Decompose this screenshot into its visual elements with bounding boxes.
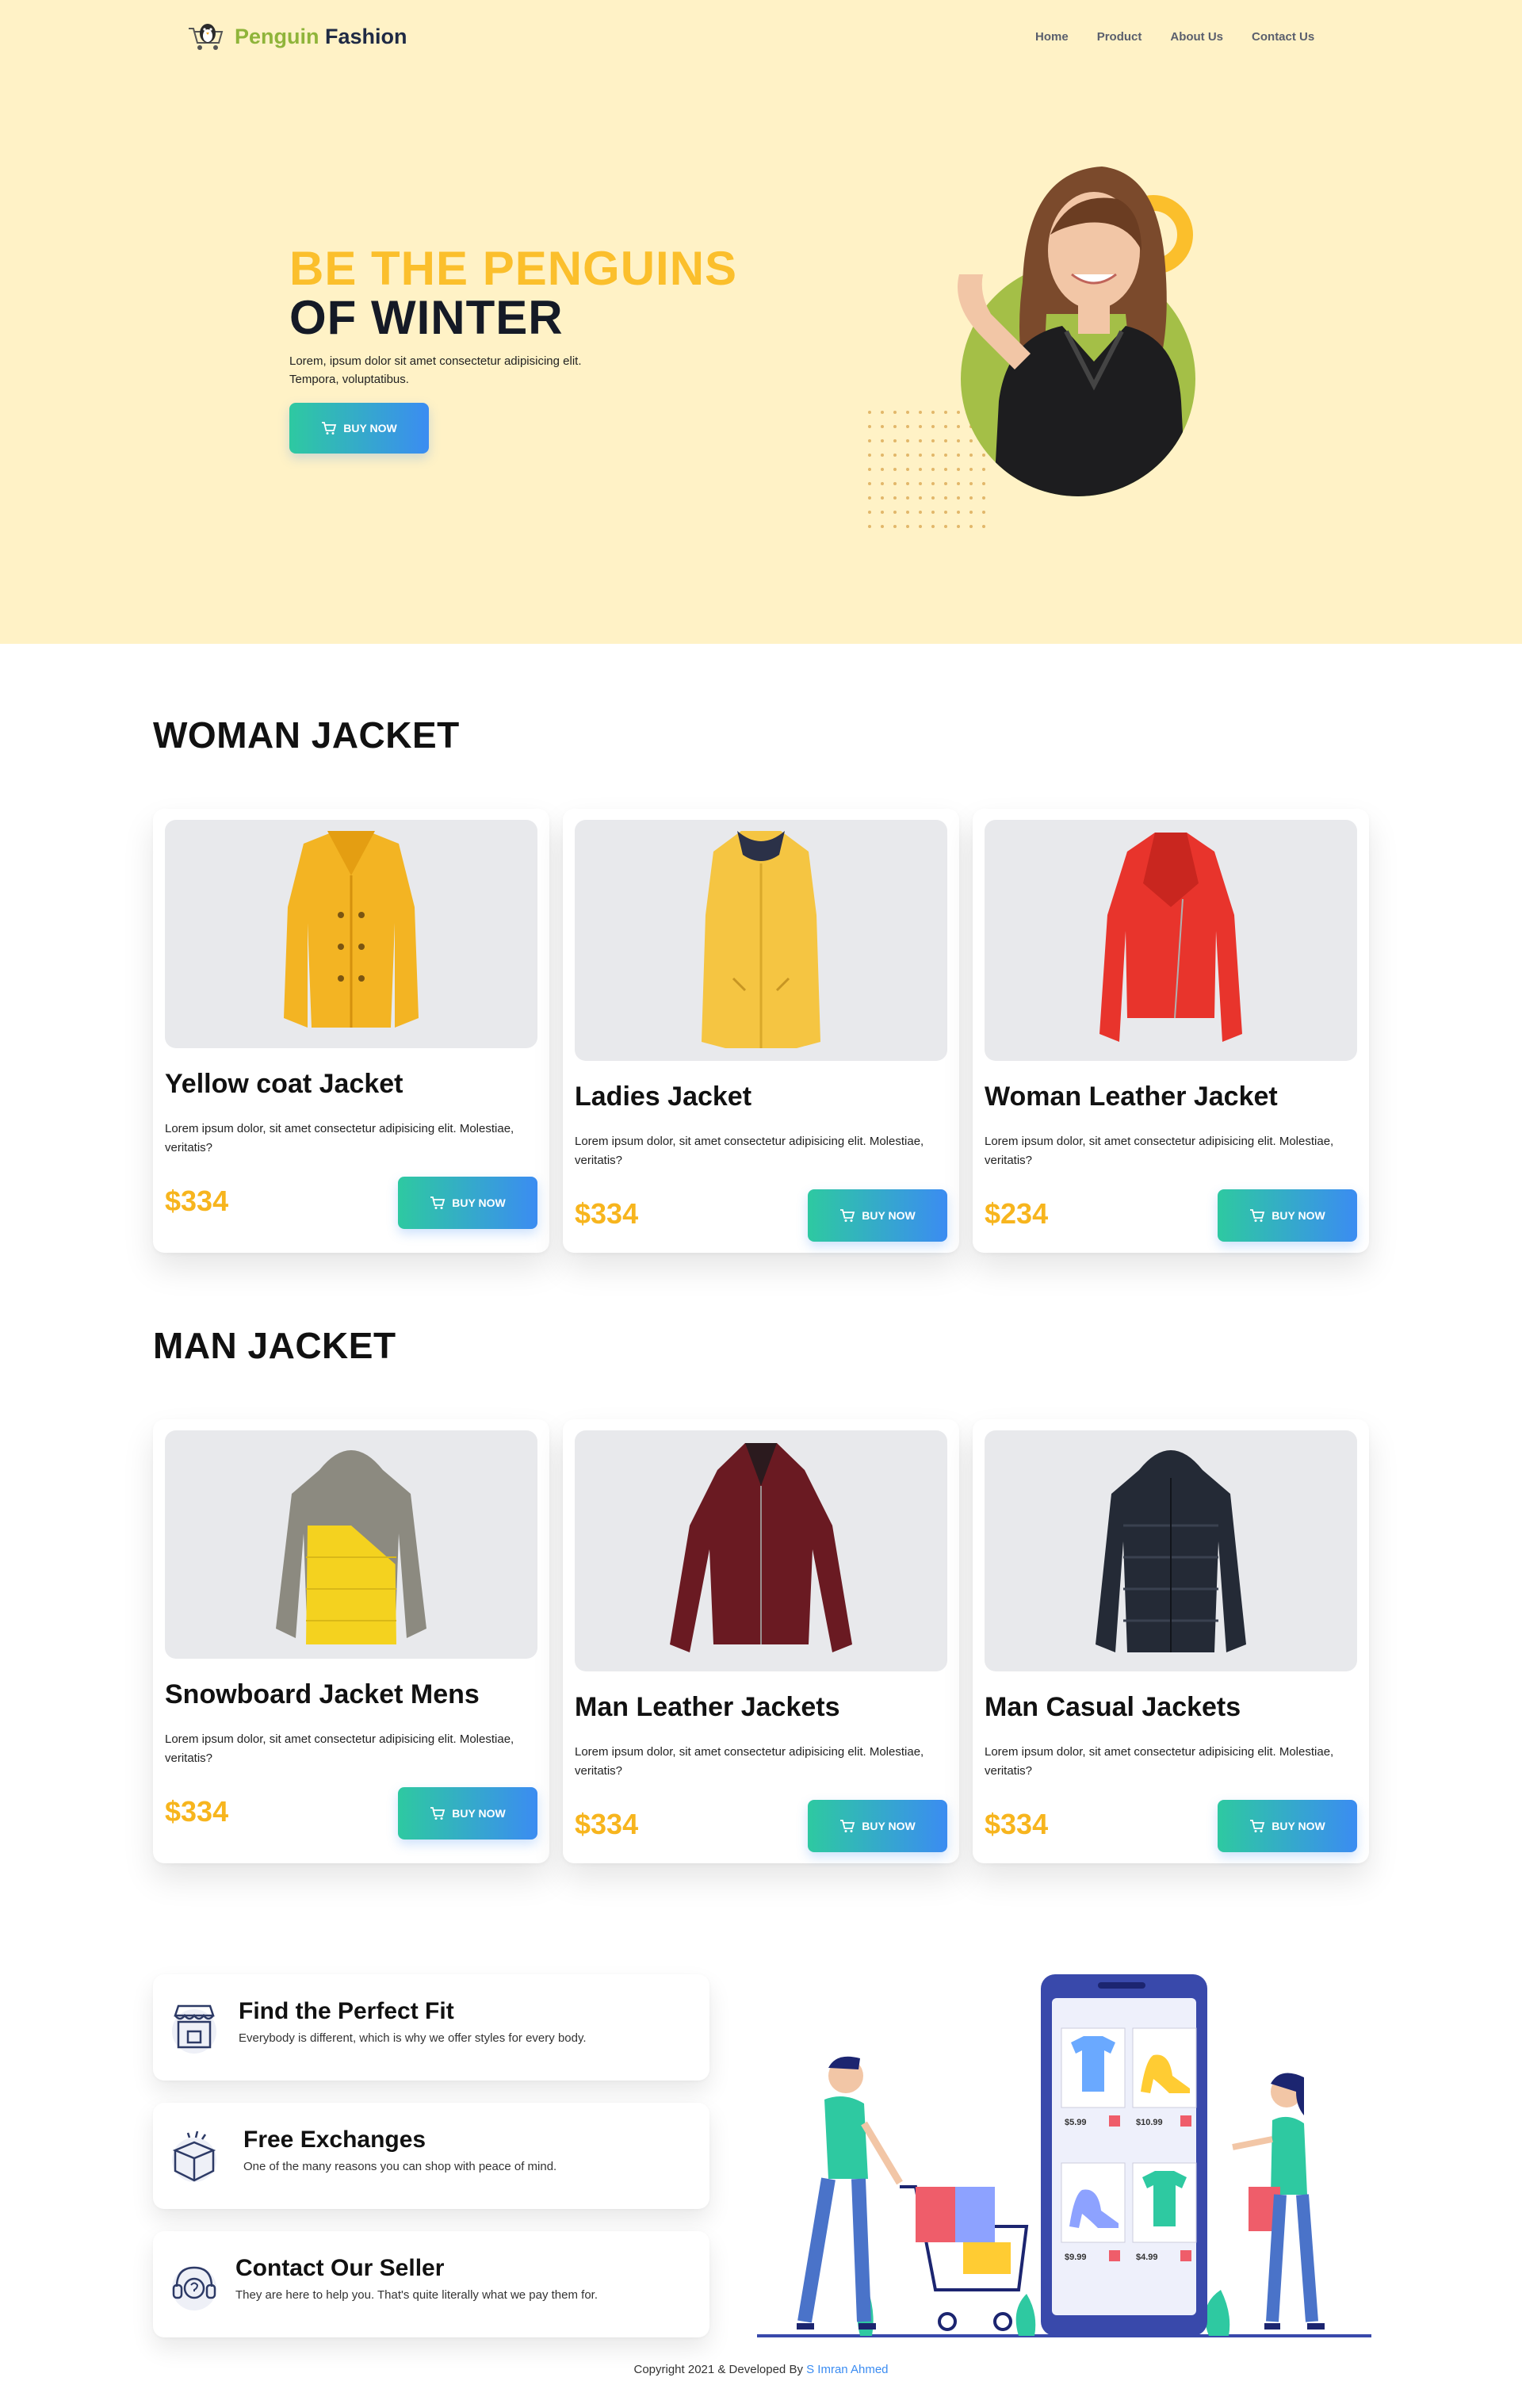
buy-now-button[interactable]: BUY NOW (808, 1800, 947, 1852)
online-shopping-illustration: $5.99 $10.99 $9.99 $4.99 (757, 1974, 1371, 2337)
product-description: Lorem ipsum dolor, sit amet consectetur … (165, 1732, 514, 1765)
buy-now-label: BUY NOW (862, 1820, 916, 1832)
feature-title: Contact Our Seller (235, 2255, 445, 2281)
man-section-title: MAN JACKET (153, 1325, 396, 1366)
product-price: $334 (985, 1808, 1049, 1840)
box-icon (172, 2130, 216, 2182)
product-card-man-leather-jackets: Man Leather Jackets Lorem ipsum dolor, s… (563, 1419, 959, 1863)
product-price: $334 (575, 1197, 639, 1230)
product-card-woman-leather-jacket: Woman Leather Jacket Lorem ipsum dolor, … (973, 809, 1369, 1253)
brand-logo[interactable]: Penguin Fashion (187, 19, 407, 54)
phone-price-1: $5.99 (1065, 2118, 1087, 2127)
hero-title-line2: OF WINTER (289, 291, 564, 344)
footer-author-link[interactable]: S Imran Ahmed (806, 2363, 888, 2376)
buy-now-button[interactable]: BUY NOW (1218, 1800, 1357, 1852)
main-nav: Home Product About Us Contact Us (1035, 30, 1314, 44)
cart-icon (430, 1807, 446, 1820)
buy-now-button[interactable]: BUY NOW (808, 1189, 947, 1242)
product-description: Lorem ipsum dolor, sit amet consectetur … (575, 1745, 924, 1778)
feature-card-perfect-fit: Find the Perfect Fit Everybody is differ… (153, 1974, 709, 2081)
yellow-coat-image (284, 831, 419, 1028)
product-card-yellow-coat: Yellow coat Jacket Lorem ipsum dolor, si… (153, 809, 549, 1253)
feature-text: They are here to help you. That's quite … (235, 2288, 598, 2302)
product-name: Man Casual Jackets (985, 1692, 1241, 1722)
cart-icon (840, 1209, 855, 1222)
nav-product[interactable]: Product (1097, 30, 1142, 44)
product-image-box (985, 1430, 1357, 1671)
hero-buy-now-label: BUY NOW (343, 422, 397, 435)
buy-now-label: BUY NOW (452, 1196, 506, 1209)
nav-about-us[interactable]: About Us (1170, 30, 1223, 44)
hero-buy-now-button[interactable]: BUY NOW (289, 403, 429, 454)
product-description: Lorem ipsum dolor, sit amet consectetur … (165, 1122, 514, 1154)
man-leather-jacket-image (670, 1443, 852, 1652)
feature-text: One of the many reasons you can shop wit… (243, 2160, 557, 2173)
buy-now-button[interactable]: BUY NOW (398, 1787, 537, 1839)
product-image-box (575, 1430, 947, 1671)
product-card-snowboard-jacket: Snowboard Jacket Mens Lorem ipsum dolor,… (153, 1419, 549, 1863)
hero-section: Penguin Fashion Home Product About Us Co… (0, 0, 1522, 644)
product-image-box (165, 820, 537, 1048)
feature-card-contact-seller: Contact Our Seller They are here to help… (153, 2231, 709, 2337)
buy-now-label: BUY NOW (862, 1209, 916, 1222)
hero-description: Lorem, ipsum dolor sit amet consectetur … (289, 354, 582, 386)
product-image-box (165, 1430, 537, 1659)
product-name: Woman Leather Jacket (985, 1081, 1278, 1112)
product-description: Lorem ipsum dolor, sit amet consectetur … (985, 1135, 1334, 1167)
product-name: Yellow coat Jacket (165, 1069, 403, 1099)
product-price: $334 (165, 1185, 229, 1217)
nav-contact-us[interactable]: Contact Us (1252, 30, 1314, 44)
brand-name-first: Penguin (235, 24, 319, 48)
product-image-box (575, 820, 947, 1061)
product-card-man-casual-jackets: Man Casual Jackets Lorem ipsum dolor, si… (973, 1419, 1369, 1863)
product-description: Lorem ipsum dolor, sit amet consectetur … (985, 1745, 1334, 1778)
man-casual-jacket-image (1096, 1450, 1246, 1652)
cart-icon (430, 1196, 446, 1209)
footer: Copyright 2021 & Developed By S Imran Ah… (0, 2363, 1522, 2376)
product-card-ladies-jacket: Ladies Jacket Lorem ipsum dolor, sit ame… (563, 809, 959, 1253)
buy-now-label: BUY NOW (452, 1807, 506, 1820)
store-icon (172, 2004, 216, 2054)
product-price: $334 (575, 1808, 639, 1840)
buy-now-label: BUY NOW (1272, 1209, 1325, 1222)
product-price: $234 (985, 1197, 1049, 1230)
product-name: Man Leather Jackets (575, 1692, 840, 1722)
penguin-cart-icon (189, 24, 224, 50)
buy-now-label: BUY NOW (1272, 1820, 1325, 1832)
hero-title-line1: BE THE PENGUINS (289, 242, 738, 295)
phone-price-2: $10.99 (1136, 2118, 1163, 2127)
phone-price-3: $9.99 (1065, 2253, 1087, 2262)
feature-title: Free Exchanges (243, 2127, 426, 2153)
footer-copyright: Copyright 2021 & Developed By (633, 2363, 803, 2376)
cart-icon (322, 422, 337, 435)
product-name: Snowboard Jacket Mens (165, 1679, 480, 1709)
product-name: Ladies Jacket (575, 1081, 752, 1112)
feature-title: Find the Perfect Fit (239, 1998, 454, 2024)
support-icon (172, 2266, 216, 2310)
cart-icon (1250, 1820, 1265, 1832)
feature-text: Everybody is different, which is why we … (239, 2031, 587, 2045)
feature-card-free-exchanges: Free Exchanges One of the many reasons y… (153, 2103, 709, 2209)
woman-section-title: WOMAN JACKET (153, 714, 460, 756)
product-description: Lorem ipsum dolor, sit amet consectetur … (575, 1135, 924, 1167)
cart-icon (1250, 1209, 1265, 1222)
hero-model-image (868, 167, 1195, 528)
phone-price-4: $4.99 (1136, 2253, 1158, 2262)
buy-now-button[interactable]: BUY NOW (1218, 1189, 1357, 1242)
buy-now-button[interactable]: BUY NOW (398, 1177, 537, 1229)
brand-name-second: Fashion (325, 24, 407, 48)
snowboard-jacket-image (276, 1450, 426, 1644)
ladies-jacket-image (702, 831, 820, 1048)
nav-home[interactable]: Home (1035, 30, 1069, 44)
woman-leather-jacket-image (1099, 833, 1242, 1042)
cart-icon (840, 1820, 855, 1832)
product-price: $334 (165, 1795, 229, 1828)
product-image-box (985, 820, 1357, 1061)
